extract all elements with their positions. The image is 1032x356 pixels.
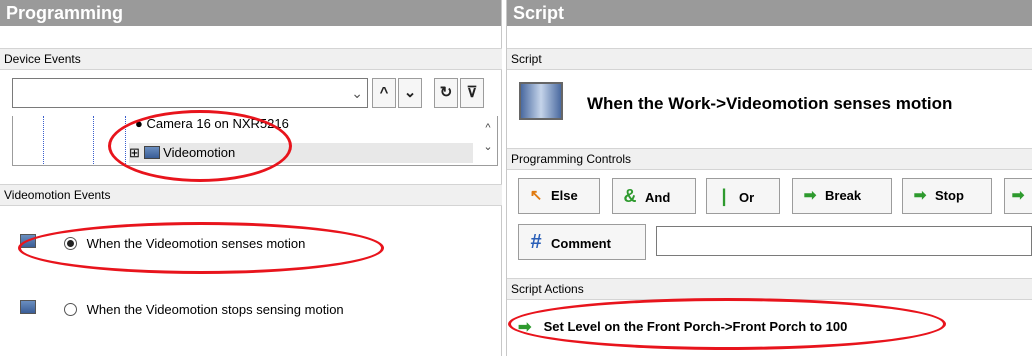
script-action-item[interactable]: ➡ Set Level on the Front Porch->Front Po…: [518, 316, 847, 338]
expand-icon[interactable]: ⊞: [129, 145, 140, 160]
arrow-right-icon: ➡: [1011, 187, 1025, 204]
and-label: And: [645, 190, 671, 205]
comment-input[interactable]: [656, 226, 1032, 256]
stop-arrow-icon: ➡: [913, 187, 927, 204]
monitor-icon: [143, 146, 160, 159]
monitor-icon: [519, 82, 563, 120]
device-events-header: Device Events: [0, 48, 502, 70]
next-button-partial[interactable]: ➡: [1004, 178, 1032, 214]
or-button[interactable]: | Or: [706, 178, 780, 214]
script-action-label: Set Level on the Front Porch->Front Porc…: [543, 319, 848, 334]
script-subheader: Script: [507, 48, 1032, 70]
arrow-up-icon[interactable]: ^: [372, 78, 396, 108]
tree-item-label: Camera 16 on NXR5216: [146, 116, 289, 131]
arrow-down-icon[interactable]: ⌄: [398, 78, 422, 108]
tree-guide: [43, 116, 44, 165]
else-button[interactable]: ↖ Else: [518, 178, 600, 214]
break-label: Break: [825, 188, 862, 203]
radio-senses-motion[interactable]: [64, 237, 77, 250]
script-title: Script: [507, 0, 1032, 26]
tree-item-camera[interactable]: ● Camera 16 on NXR5216: [135, 116, 289, 134]
break-arrow-icon: ➡: [803, 187, 817, 204]
camera-icon: ●: [135, 116, 143, 131]
programming-panel: Programming Device Events ⌄ ^ ⌄ ↻ ⊽ ● Ca…: [0, 0, 502, 356]
and-button[interactable]: & And: [612, 178, 696, 214]
break-button[interactable]: ➡ Break: [792, 178, 892, 214]
filter-icon[interactable]: ⊽: [460, 78, 484, 108]
else-label: Else: [551, 188, 578, 203]
else-icon: ↖: [529, 187, 543, 204]
tree-item-videomotion[interactable]: ⊞ Videomotion: [129, 143, 473, 163]
tree-item-label: Videomotion: [163, 145, 236, 160]
refresh-icon[interactable]: ↻: [434, 78, 458, 108]
chevron-down-icon[interactable]: ⌄: [351, 85, 363, 102]
and-icon: &: [623, 186, 637, 206]
comment-hash-icon: #: [530, 231, 542, 253]
or-icon: |: [721, 186, 727, 206]
option-stops-sensing[interactable]: When the Videomotion stops sensing motio…: [20, 298, 344, 322]
script-trigger-text: When the Work->Videomotion senses motion: [587, 94, 953, 113]
programming-title: Programming: [0, 0, 501, 26]
script-trigger[interactable]: When the Work->Videomotion senses motion: [513, 80, 1032, 128]
tree-guide: [93, 116, 94, 165]
tree-guide: [125, 116, 126, 165]
option-label: When the Videomotion stops sensing motio…: [86, 302, 344, 317]
option-label: When the Videomotion senses motion: [86, 236, 306, 251]
script-actions-header: Script Actions: [507, 278, 1032, 300]
action-arrow-icon: ➡: [518, 319, 532, 336]
scroll-down-icon[interactable]: ⌄: [479, 140, 497, 153]
comment-label: Comment: [551, 236, 611, 251]
device-events-combo[interactable]: ⌄: [12, 78, 368, 108]
scroll-up-icon[interactable]: ^: [479, 122, 497, 134]
videomotion-events-header: Videomotion Events: [0, 184, 502, 206]
device-tree[interactable]: ● Camera 16 on NXR5216 ⊞ Videomotion ^ ⌄: [12, 116, 498, 166]
videomotion-sense-icon: [20, 234, 36, 248]
option-senses-motion[interactable]: When the Videomotion senses motion: [20, 232, 305, 256]
comment-button[interactable]: # Comment: [518, 224, 646, 260]
device-events-toolbar: ⌄ ^ ⌄ ↻ ⊽: [12, 76, 500, 108]
stop-button[interactable]: ➡ Stop: [902, 178, 992, 214]
programming-controls-header: Programming Controls: [507, 148, 1032, 170]
or-label: Or: [739, 190, 755, 205]
radio-stops-sensing[interactable]: [64, 303, 77, 316]
tree-scrollbar[interactable]: ^ ⌄: [479, 116, 497, 165]
stop-label: Stop: [935, 188, 964, 203]
videomotion-stop-icon: [20, 300, 36, 314]
